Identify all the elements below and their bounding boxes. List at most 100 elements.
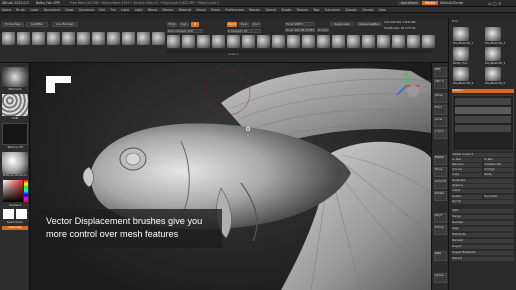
persp-button[interactable]: Persp: [434, 93, 447, 103]
menu-dynamics[interactable]: Dynamics: [79, 8, 95, 12]
menu-edit[interactable]: Edit: [99, 8, 105, 12]
rgb-intensity-slider[interactable]: Rgb Intensity 100: [167, 29, 203, 33]
rotate-button[interactable]: Rotate: [434, 191, 447, 201]
insert-button[interactable]: Insert: [452, 189, 514, 193]
append-button[interactable]: Append: [452, 184, 514, 188]
boolean-button[interactable]: Boolean: [452, 221, 514, 225]
delete-button[interactable]: Delete: [452, 195, 482, 199]
menu-light[interactable]: Light: [135, 8, 143, 12]
brush-icon[interactable]: [107, 32, 120, 45]
menu-zscript[interactable]: Zscript: [362, 8, 373, 12]
bpr-button[interactable]: BPR: [434, 67, 447, 77]
color-picker[interactable]: [3, 180, 23, 202]
tool-thumbnail[interactable]: [453, 47, 469, 61]
replaylastrel-button[interactable]: ReplayLastRel: [356, 22, 382, 26]
brush-icon[interactable]: [167, 35, 180, 48]
tool-thumbnail[interactable]: [485, 47, 501, 61]
lo-res-button[interactable]: Lo Res: [452, 158, 482, 162]
live-boolean-button[interactable]: Live Boolean: [52, 22, 78, 27]
menu-tool[interactable]: Tool: [313, 8, 319, 12]
brush-icon[interactable]: [407, 35, 420, 48]
menu-brush[interactable]: Brush: [16, 8, 25, 12]
z-intensity-slider[interactable]: Z Intensity 25: [227, 29, 261, 33]
menu-draw[interactable]: Draw: [65, 8, 73, 12]
menu-macro[interactable]: Macro: [148, 8, 158, 12]
subtool-item[interactable]: [455, 125, 511, 132]
brush-icon[interactable]: [242, 35, 255, 48]
rgb-button[interactable]: Rgb: [179, 22, 189, 27]
copy-button[interactable]: Copy: [452, 173, 482, 177]
mrgb-button[interactable]: Mrgb: [167, 22, 177, 27]
lightbox-button[interactable]: LightBox: [26, 22, 48, 27]
remesh-button[interactable]: Remesh: [452, 239, 514, 243]
quicksave-button[interactable]: QuickSave: [398, 1, 420, 5]
project-basrelief-button[interactable]: Project BasRelief: [452, 251, 514, 255]
brush-icon[interactable]: [317, 35, 330, 48]
menu-layer[interactable]: Layer: [121, 8, 130, 12]
alternate-button[interactable]: Alternate: [2, 226, 28, 230]
local-button[interactable]: Local: [434, 117, 447, 127]
brush-icon[interactable]: [2, 32, 15, 45]
rename-button[interactable]: Rename: [452, 163, 482, 167]
zoom3d-button[interactable]: Zoom3D: [434, 179, 447, 189]
brush-icon[interactable]: [302, 35, 315, 48]
menu-stencil[interactable]: Stencil: [266, 8, 277, 12]
menu-zplugin[interactable]: Zplugin: [345, 8, 357, 12]
zadd-button[interactable]: Zadd: [227, 22, 237, 27]
brush-icon[interactable]: [287, 35, 300, 48]
menu-stroke[interactable]: Stroke: [281, 8, 291, 12]
secondary-color-swatch[interactable]: [16, 209, 27, 219]
navigation-gizmo[interactable]: [391, 71, 421, 101]
menu-file[interactable]: File: [110, 8, 115, 12]
focal-shift-slider[interactable]: Focal Shift 0: [285, 22, 315, 26]
brush-thumbnail[interactable]: [2, 67, 28, 87]
menu-help[interactable]: Help: [378, 8, 385, 12]
tool-thumbnail[interactable]: [485, 27, 501, 41]
polyf-button[interactable]: PolyF: [434, 213, 447, 223]
brush-icon[interactable]: [47, 32, 60, 45]
align-button[interactable]: Align: [452, 227, 514, 231]
material-thumbnail[interactable]: [2, 152, 28, 174]
brush-icon[interactable]: [392, 35, 405, 48]
del-other-button[interactable]: Del Other: [484, 195, 514, 199]
menu-color[interactable]: Color: [30, 8, 38, 12]
solo-button[interactable]: Solo: [434, 251, 447, 261]
gradient-label[interactable]: Gradient: [2, 204, 28, 208]
paste-button[interactable]: Paste: [484, 173, 514, 177]
window-controls[interactable]: ▭ ▢ ✕: [488, 1, 512, 6]
spix-button[interactable]: SPix 3: [434, 79, 447, 89]
xpose-button[interactable]: Xpose: [434, 273, 447, 283]
menu-marker[interactable]: Marker: [162, 8, 173, 12]
hue-slider[interactable]: [24, 180, 28, 202]
brush-icon[interactable]: [377, 35, 390, 48]
viewport-canvas[interactable]: [31, 63, 431, 290]
brush-icon[interactable]: [182, 35, 195, 48]
del-all-button[interactable]: Del All: [452, 200, 514, 204]
zcut-button[interactable]: Zcut: [251, 22, 261, 27]
duplicate-button[interactable]: Duplicate: [452, 179, 514, 183]
brush-icon[interactable]: [62, 32, 75, 45]
m-button[interactable]: M: [191, 22, 199, 27]
project-button[interactable]: Project: [452, 245, 514, 249]
menu-alpha[interactable]: Alpha: [2, 8, 11, 12]
move-button[interactable]: Move: [434, 167, 447, 177]
dynamic-button[interactable]: Dynamic: [317, 28, 329, 32]
brush-icon[interactable]: [362, 35, 375, 48]
frame-button[interactable]: Frame: [434, 155, 447, 165]
brush-icon[interactable]: [122, 32, 135, 45]
subtool-header[interactable]: Subtool: [452, 89, 514, 93]
brush-icon[interactable]: [92, 32, 105, 45]
tool-thumbnail[interactable]: [453, 67, 469, 81]
texture-thumbnail[interactable]: [2, 123, 28, 145]
autoreorder-button[interactable]: AutoReorder: [484, 163, 514, 167]
all-high-button[interactable]: All High: [484, 168, 514, 172]
brush-icon[interactable]: [32, 32, 45, 45]
menu-movie[interactable]: Movie: [196, 8, 205, 12]
distribute-button[interactable]: Distribute: [452, 233, 514, 237]
brush-icon[interactable]: [332, 35, 345, 48]
brush-icon[interactable]: [272, 35, 285, 48]
tool-thumbnail[interactable]: [453, 27, 469, 41]
menu-document[interactable]: Document: [44, 8, 61, 12]
split-button[interactable]: Split: [452, 209, 514, 213]
menu-transform[interactable]: Transform: [324, 8, 340, 12]
